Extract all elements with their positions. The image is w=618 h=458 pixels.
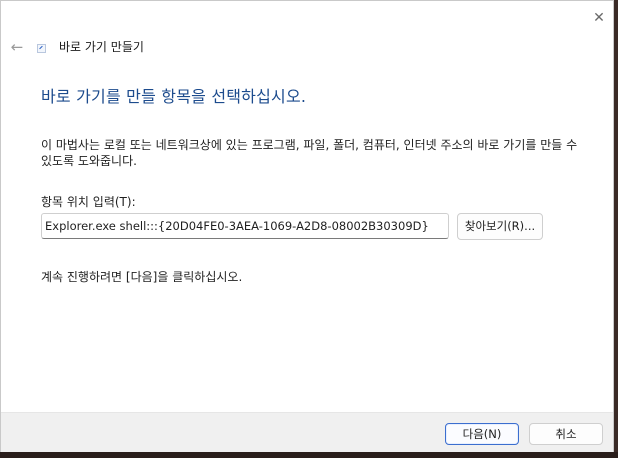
location-input[interactable] xyxy=(41,213,449,239)
back-arrow-icon: ← xyxy=(10,38,24,56)
title-bar: ✕ xyxy=(1,1,613,33)
shortcut-icon xyxy=(37,44,46,53)
location-label: 항목 위치 입력(T): xyxy=(41,195,136,209)
instruction-heading: 바로 가기를 만들 항목을 선택하십시오. xyxy=(41,87,307,106)
next-button[interactable]: 다음(N) xyxy=(445,423,519,445)
taskbar-edge xyxy=(0,452,618,458)
close-button[interactable]: ✕ xyxy=(585,7,613,29)
create-shortcut-dialog: ✕ ← 바로 가기 만들기 바로 가기를 만들 항목을 선택하십시오. 이 마법… xyxy=(0,0,614,452)
browse-button[interactable]: 찾아보기(R)... xyxy=(457,213,543,240)
cancel-button[interactable]: 취소 xyxy=(529,423,603,445)
close-icon: ✕ xyxy=(593,10,605,26)
continue-instruction: 계속 진행하려면 [다음]을 클릭하십시오. xyxy=(41,270,243,284)
back-button[interactable]: ← xyxy=(7,37,27,57)
wizard-description: 이 마법사는 로컬 또는 네트워크상에 있는 프로그램, 파일, 폴더, 컴퓨터… xyxy=(41,138,578,168)
dialog-footer: 다음(N) 취소 xyxy=(1,412,613,452)
wizard-title: 바로 가기 만들기 xyxy=(59,40,144,54)
